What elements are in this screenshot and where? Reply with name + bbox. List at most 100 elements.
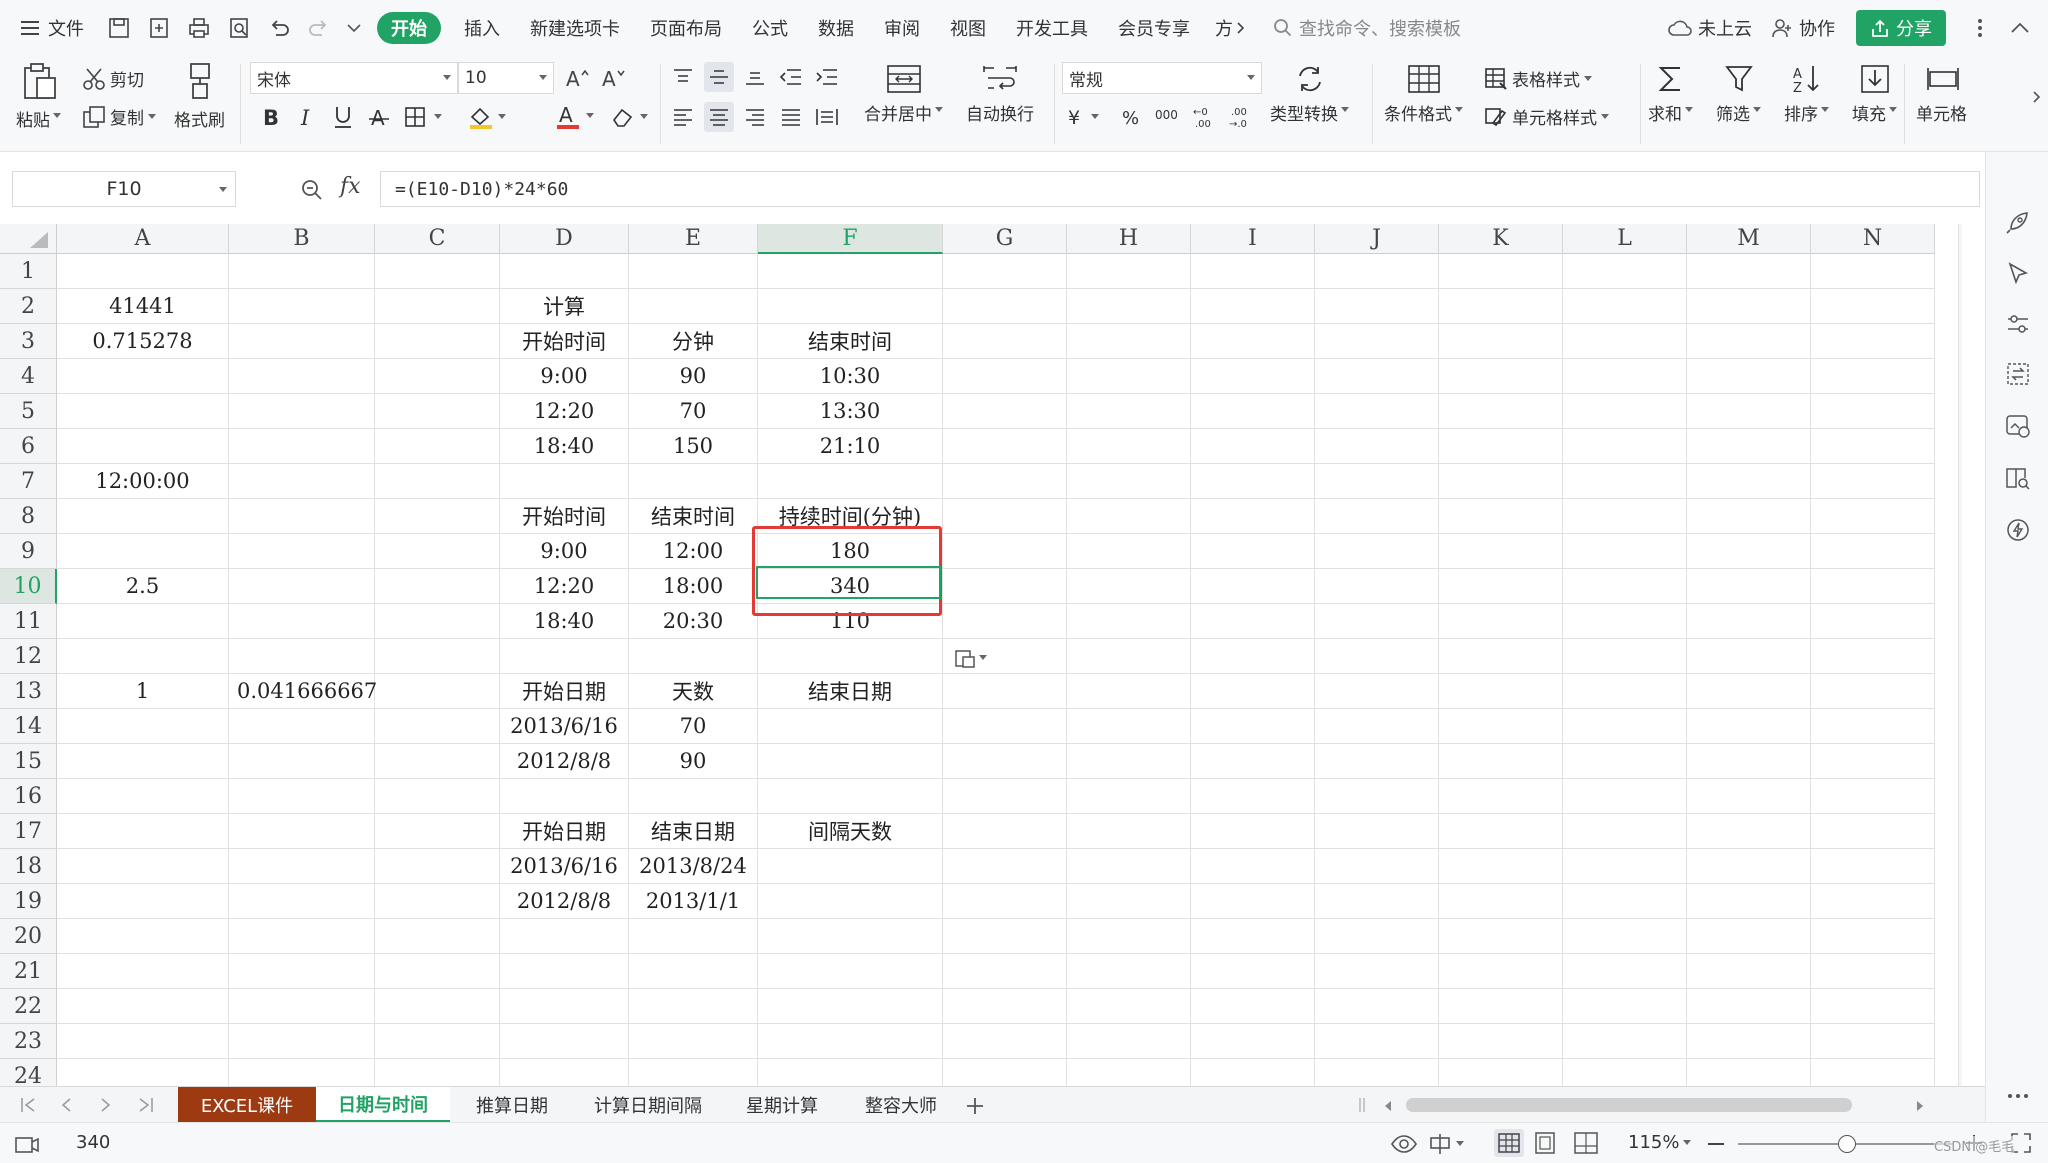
collapse-ribbon-icon[interactable] [2000, 0, 2040, 56]
column-header-d[interactable]: D [500, 224, 629, 254]
cell-m5[interactable] [1687, 394, 1811, 429]
print-preview-icon[interactable] [219, 0, 259, 56]
image-check-icon[interactable] [2002, 410, 2034, 442]
cell-j14[interactable] [1315, 709, 1439, 744]
strikethrough-icon[interactable]: A [364, 102, 394, 132]
share-button[interactable]: 分享 [1856, 10, 1946, 46]
thousands-sep-icon[interactable]: 000 [1154, 102, 1184, 132]
cell-i17[interactable] [1191, 814, 1315, 849]
cell-k23[interactable] [1439, 1024, 1563, 1059]
cell-j10[interactable] [1315, 569, 1439, 604]
cell-l21[interactable] [1563, 954, 1687, 989]
cell-b19[interactable] [229, 884, 375, 919]
cell-l18[interactable] [1563, 849, 1687, 884]
cell-b4[interactable] [229, 359, 375, 394]
cell-c10[interactable] [375, 569, 500, 604]
cell-k6[interactable] [1439, 429, 1563, 464]
cell-k16[interactable] [1439, 779, 1563, 814]
cell-j4[interactable] [1315, 359, 1439, 394]
cell-f16[interactable] [758, 779, 943, 814]
cell-m18[interactable] [1687, 849, 1811, 884]
paste-button[interactable]: 粘贴 [16, 62, 61, 131]
cell-a17[interactable] [57, 814, 229, 849]
cell-e23[interactable] [629, 1024, 758, 1059]
decrease-decimal-icon[interactable]: .00 →.0 [1228, 102, 1258, 132]
cell-k11[interactable] [1439, 604, 1563, 639]
cell-a18[interactable] [57, 849, 229, 884]
cell-f7[interactable] [758, 464, 943, 499]
cell-a8[interactable] [57, 499, 229, 534]
cell-b3[interactable] [229, 324, 375, 359]
row-header-12[interactable]: 12 [0, 639, 57, 674]
sheet-tab-weekday[interactable]: 星期计算 [726, 1087, 838, 1123]
cell-e15[interactable]: 90 [629, 744, 758, 779]
cell-n20[interactable] [1811, 919, 1935, 954]
cell-m9[interactable] [1687, 534, 1811, 569]
tab-view[interactable]: 视图 [935, 0, 1001, 56]
cell-c15[interactable] [375, 744, 500, 779]
cell-j23[interactable] [1315, 1024, 1439, 1059]
cell-e18[interactable]: 2013/8/24 [629, 849, 758, 884]
cell-i23[interactable] [1191, 1024, 1315, 1059]
justify-icon[interactable] [776, 102, 806, 132]
cell-d11[interactable]: 18:40 [500, 604, 629, 639]
cell-k21[interactable] [1439, 954, 1563, 989]
cell-j24[interactable] [1315, 1059, 1439, 1086]
cell-b12[interactable] [229, 639, 375, 674]
cell-g10[interactable] [943, 569, 1067, 604]
cell-n16[interactable] [1811, 779, 1935, 814]
cell-h6[interactable] [1067, 429, 1191, 464]
cell-c23[interactable] [375, 1024, 500, 1059]
align-middle-icon[interactable] [704, 62, 734, 92]
font-increase-icon[interactable]: A [562, 63, 592, 93]
column-header-e[interactable]: E [629, 224, 758, 254]
cell-i14[interactable] [1191, 709, 1315, 744]
panel-arrow-icon[interactable] [2032, 90, 2042, 104]
cell-f24[interactable] [758, 1059, 943, 1086]
cell-j13[interactable] [1315, 674, 1439, 709]
cell-h18[interactable] [1067, 849, 1191, 884]
tab-data[interactable]: 数据 [803, 0, 869, 56]
last-sheet-icon[interactable] [138, 1097, 154, 1113]
bold-icon[interactable]: B [256, 102, 286, 132]
cell-d4[interactable]: 9:00 [500, 359, 629, 394]
cell-k9[interactable] [1439, 534, 1563, 569]
cell-m1[interactable] [1687, 254, 1811, 289]
cell-d24[interactable] [500, 1059, 629, 1086]
tab-member[interactable]: 会员专享 [1103, 0, 1205, 56]
column-header-k[interactable]: K [1439, 224, 1563, 254]
cell-h22[interactable] [1067, 989, 1191, 1024]
cell-g13[interactable] [943, 674, 1067, 709]
select-all-corner[interactable] [0, 224, 57, 254]
cloud-status[interactable]: 未上云 [1653, 0, 1767, 56]
next-sheet-icon[interactable] [100, 1097, 112, 1113]
rocket-icon[interactable] [2002, 206, 2034, 238]
cell-a4[interactable] [57, 359, 229, 394]
cell-k12[interactable] [1439, 639, 1563, 674]
cell-i7[interactable] [1191, 464, 1315, 499]
cell-e14[interactable]: 70 [629, 709, 758, 744]
cell-i24[interactable] [1191, 1059, 1315, 1086]
cell-n5[interactable] [1811, 394, 1935, 429]
cell-n23[interactable] [1811, 1024, 1935, 1059]
cell-k20[interactable] [1439, 919, 1563, 954]
row-header-6[interactable]: 6 [0, 429, 57, 464]
horizontal-scroll-thumb[interactable] [1406, 1098, 1852, 1112]
cell-m8[interactable] [1687, 499, 1811, 534]
column-header-h[interactable]: H [1067, 224, 1191, 254]
cell-i20[interactable] [1191, 919, 1315, 954]
cell-h2[interactable] [1067, 289, 1191, 324]
cell-h15[interactable] [1067, 744, 1191, 779]
cell-a19[interactable] [57, 884, 229, 919]
cell-k18[interactable] [1439, 849, 1563, 884]
font-size-select[interactable]: 10 [458, 62, 554, 94]
cell-n18[interactable] [1811, 849, 1935, 884]
zoom-out-icon[interactable] [1708, 1142, 1724, 1146]
cell-i15[interactable] [1191, 744, 1315, 779]
cell-j5[interactable] [1315, 394, 1439, 429]
cell-d8[interactable]: 开始时间 [500, 499, 629, 534]
wrap-text-button[interactable]: 自动换行 [966, 64, 1034, 125]
cell-c3[interactable] [375, 324, 500, 359]
cell-e16[interactable] [629, 779, 758, 814]
cell-m23[interactable] [1687, 1024, 1811, 1059]
